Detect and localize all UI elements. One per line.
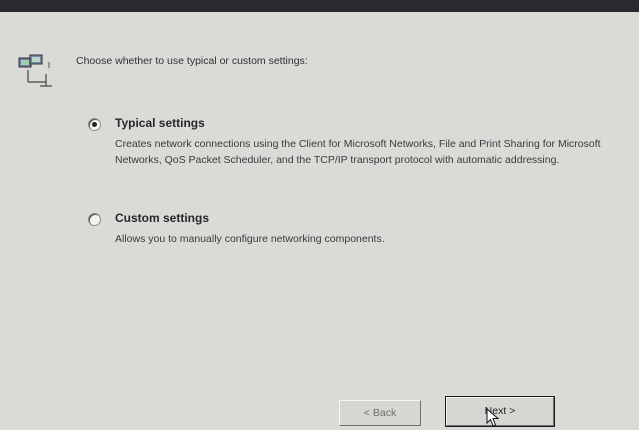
typical-settings-description: Creates network connections using the Cl…: [115, 138, 601, 166]
custom-settings-radio[interactable]: [88, 213, 101, 226]
custom-settings-label[interactable]: Custom settings: [115, 211, 209, 225]
network-settings-dialog: Choose whether to use typical or custom …: [0, 12, 639, 430]
typical-settings-label[interactable]: Typical settings: [115, 116, 205, 130]
network-icon: [18, 54, 52, 87]
custom-settings-description: Allows you to manually configure network…: [115, 233, 385, 245]
typical-settings-radio[interactable]: [88, 118, 101, 131]
back-button[interactable]: < Back: [339, 400, 421, 426]
mouse-cursor-icon: [486, 408, 500, 427]
dialog-prompt: Choose whether to use typical or custom …: [76, 55, 308, 67]
window-top-edge: [0, 0, 639, 12]
radio-selected-dot: [92, 122, 97, 127]
next-button[interactable]: Next >: [445, 396, 555, 427]
